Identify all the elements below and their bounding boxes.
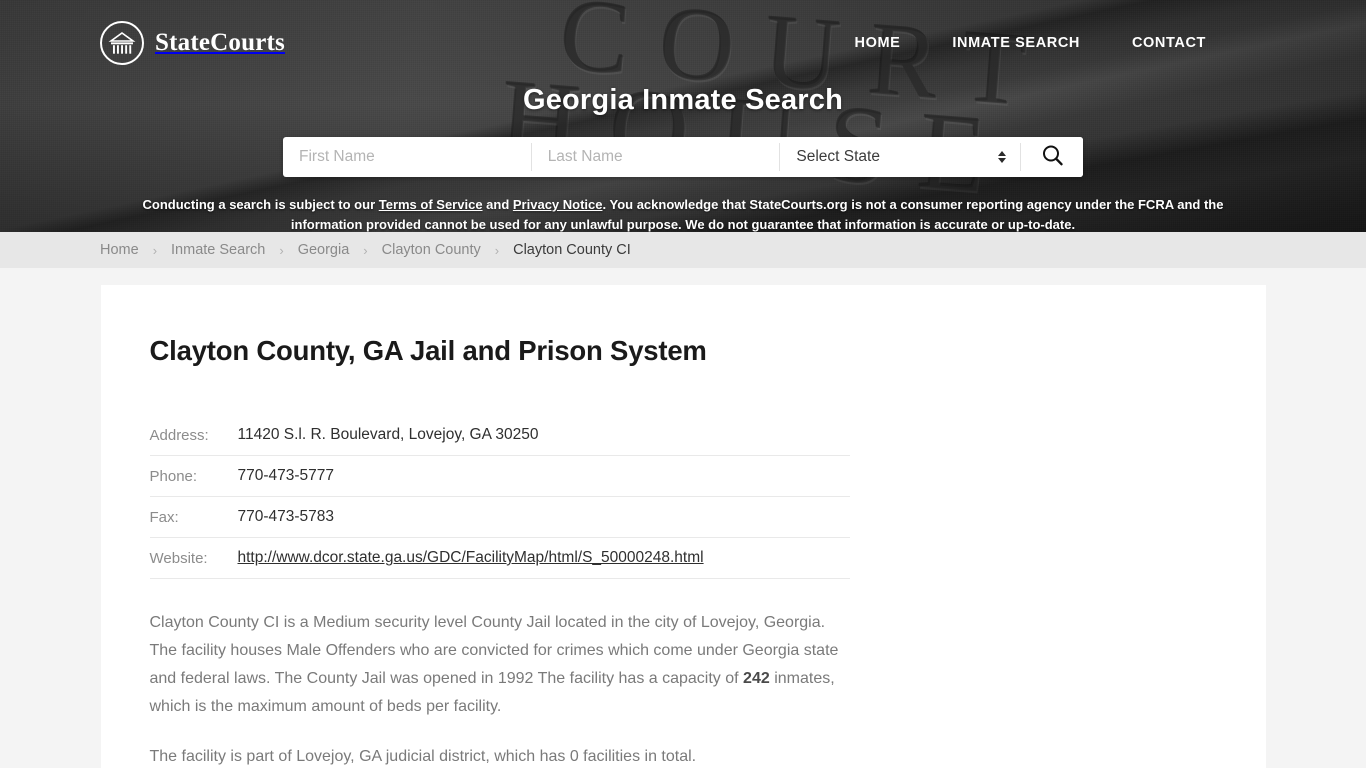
breadcrumb: Home › Inmate Search › Georgia › Clayton… xyxy=(100,242,631,258)
brand-name: StateCourts xyxy=(155,29,285,56)
breadcrumb-item-inmate-search[interactable]: Inmate Search xyxy=(171,242,265,258)
chevron-right-icon-4: › xyxy=(494,242,500,258)
breadcrumb-item-home[interactable]: Home xyxy=(100,242,139,258)
state-select-value: Select State xyxy=(796,148,880,165)
breadcrumb-item-georgia[interactable]: Georgia xyxy=(298,242,350,258)
row-value-website: http://www.dcor.state.ga.us/GDC/Facility… xyxy=(238,538,850,579)
disclaimer-text-1: Conducting a search is subject to our xyxy=(142,197,379,212)
nav-contact[interactable]: CONTACT xyxy=(1132,35,1206,51)
row-value-phone: 770-473-5777 xyxy=(237,467,335,484)
row-label-address: Address: xyxy=(149,426,209,444)
facility-description-paragraph-2: The facility is part of Lovejoy, GA judi… xyxy=(149,748,697,765)
header-topbar: StateCourts HOME INMATE SEARCH CONTACT xyxy=(0,0,1366,72)
table-row: Website: http://www.dcor.state.ga.us/GDC… xyxy=(149,538,850,579)
chevron-right-icon-2: › xyxy=(279,242,284,258)
row-label-fax: Fax: xyxy=(149,508,179,526)
nav-inmate-search[interactable]: INMATE SEARCH xyxy=(952,35,1080,51)
search-disclaimer: Conducting a search is subject to our Te… xyxy=(133,195,1233,232)
capacity-value: 242 xyxy=(743,670,770,687)
facility-description-paragraph-1: Clayton County CI is a Medium security l… xyxy=(150,609,840,721)
table-row: Phone: 770-473-5777 xyxy=(149,456,850,497)
first-name-input[interactable] xyxy=(283,137,531,177)
courthouse-circle-icon xyxy=(100,21,144,65)
table-row: Address: 11420 S.l. R. Boulevard, Lovejo… xyxy=(149,415,850,456)
nav-home[interactable]: HOME xyxy=(855,35,901,51)
state-select[interactable]: Select State xyxy=(780,137,1020,177)
row-label-website: Website: xyxy=(149,549,208,567)
site-header: COURT HOUSE StateCourts xyxy=(0,0,1366,232)
breadcrumb-bar: Home › Inmate Search › Georgia › Clayton… xyxy=(0,232,1366,268)
facility-info-table: Address: 11420 S.l. R. Boulevard, Lovejo… xyxy=(149,415,850,579)
inmate-search-form: Select State xyxy=(283,137,1083,177)
facility-website-link[interactable]: http://www.dcor.state.ga.us/GDC/Facility… xyxy=(238,549,704,566)
main-navigation: HOME INMATE SEARCH CONTACT xyxy=(855,35,1206,51)
table-row: Fax: 770-473-5783 xyxy=(149,497,850,538)
search-button[interactable] xyxy=(1021,137,1083,177)
row-value-fax: 770-473-5783 xyxy=(237,508,335,525)
row-value-address: 11420 S.l. R. Boulevard, Lovejoy, GA 302… xyxy=(237,426,539,443)
privacy-notice-link[interactable]: Privacy Notice xyxy=(513,197,603,212)
page-body: Clayton County, GA Jail and Prison Syste… xyxy=(0,268,1366,768)
terms-of-service-link[interactable]: Terms of Service xyxy=(379,197,483,212)
row-label-phone: Phone: xyxy=(149,467,198,485)
facility-card: Clayton County, GA Jail and Prison Syste… xyxy=(100,285,1266,768)
hero-title: Georgia Inmate Search xyxy=(522,84,844,116)
magnifier-icon xyxy=(1040,143,1065,171)
description-text-a: Clayton County CI is a Medium security l… xyxy=(149,614,839,687)
brand-logo-link[interactable]: StateCourts xyxy=(100,21,285,65)
breadcrumb-item-clayton-county[interactable]: Clayton County xyxy=(382,242,481,258)
chevron-up-down-icon xyxy=(998,151,1007,163)
breadcrumb-item-current: Clayton County CI xyxy=(513,242,631,258)
last-name-input[interactable] xyxy=(531,137,780,177)
page-title: Clayton County, GA Jail and Prison Syste… xyxy=(149,335,707,366)
chevron-right-icon-3: › xyxy=(363,242,368,258)
chevron-right-icon-1: › xyxy=(152,242,158,258)
disclaimer-text-2: and xyxy=(482,197,513,212)
